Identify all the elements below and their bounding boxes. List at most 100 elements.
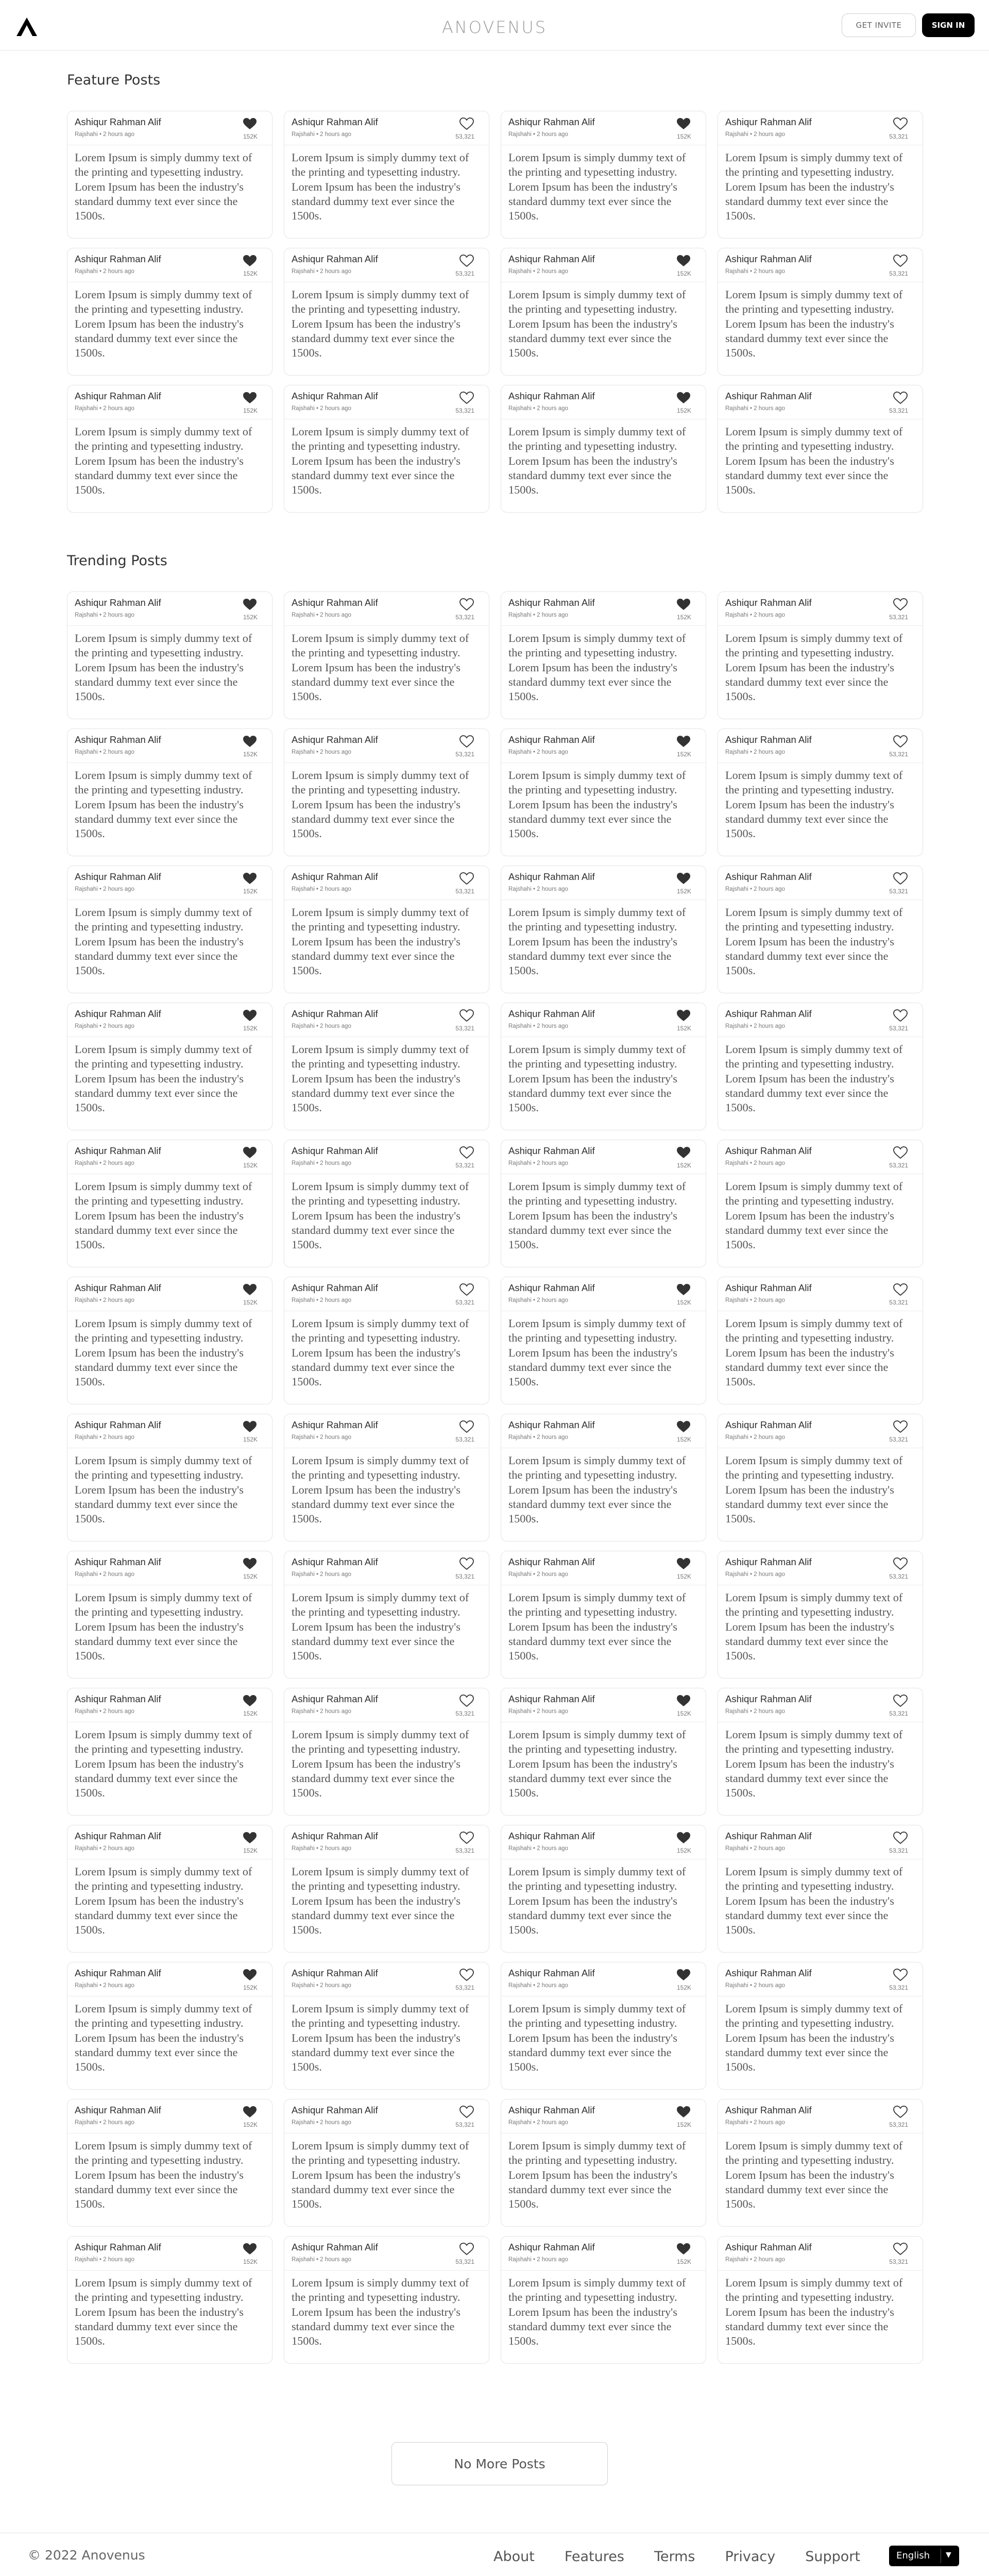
heart-filled-icon[interactable] (242, 1009, 258, 1022)
post-author[interactable]: Ashiqur Rahman Alif (75, 253, 161, 265)
post-card[interactable]: Ashiqur Rahman Alif Rajshahi • 2 hours ag… (67, 385, 272, 513)
post-card[interactable]: Ashiqur Rahman Alif Rajshahi • 2 hours ag… (718, 385, 923, 513)
post-card[interactable]: Ashiqur Rahman Alif Rajshahi • 2 hours ag… (67, 728, 272, 856)
post-card[interactable]: Ashiqur Rahman Alif Rajshahi • 2 hours ag… (501, 385, 706, 513)
heart-filled-icon[interactable] (242, 1146, 258, 1159)
post-author[interactable]: Ashiqur Rahman Alif (292, 1693, 378, 1705)
post-card[interactable]: Ashiqur Rahman Alif Rajshahi • 2 hours ag… (501, 1277, 706, 1404)
post-author[interactable]: Ashiqur Rahman Alif (75, 116, 161, 128)
post-author[interactable]: Ashiqur Rahman Alif (508, 391, 595, 402)
heart-outline-icon[interactable] (893, 1146, 908, 1159)
post-author[interactable]: Ashiqur Rahman Alif (725, 1008, 812, 1020)
no-more-posts-button[interactable]: No More Posts (391, 2442, 608, 2485)
post-author[interactable]: Ashiqur Rahman Alif (292, 253, 378, 265)
post-author[interactable]: Ashiqur Rahman Alif (75, 871, 161, 883)
post-author[interactable]: Ashiqur Rahman Alif (292, 871, 378, 883)
heart-outline-icon[interactable] (893, 1420, 908, 1433)
heart-filled-icon[interactable] (242, 1831, 258, 1844)
post-author[interactable]: Ashiqur Rahman Alif (725, 1145, 812, 1157)
heart-filled-icon[interactable] (676, 254, 691, 267)
post-author[interactable]: Ashiqur Rahman Alif (75, 1556, 161, 1568)
post-author[interactable]: Ashiqur Rahman Alif (75, 1145, 161, 1157)
post-author[interactable]: Ashiqur Rahman Alif (725, 597, 812, 608)
heart-outline-icon[interactable] (459, 1831, 474, 1844)
heart-outline-icon[interactable] (459, 1694, 474, 1707)
post-card[interactable]: Ashiqur Rahman Alif Rajshahi • 2 hours ag… (67, 2099, 272, 2227)
post-card[interactable]: Ashiqur Rahman Alif Rajshahi • 2 hours ag… (284, 1140, 489, 1267)
post-card[interactable]: Ashiqur Rahman Alif Rajshahi • 2 hours ag… (284, 111, 489, 239)
heart-filled-icon[interactable] (676, 2242, 691, 2256)
post-author[interactable]: Ashiqur Rahman Alif (508, 2105, 595, 2116)
post-author[interactable]: Ashiqur Rahman Alif (292, 1145, 378, 1157)
post-author[interactable]: Ashiqur Rahman Alif (292, 2242, 378, 2253)
post-author[interactable]: Ashiqur Rahman Alif (725, 734, 812, 745)
post-card[interactable]: Ashiqur Rahman Alif Rajshahi • 2 hours ag… (284, 1277, 489, 1404)
heart-filled-icon[interactable] (676, 1146, 691, 1159)
post-card[interactable]: Ashiqur Rahman Alif Rajshahi • 2 hours ag… (718, 248, 923, 376)
heart-outline-icon[interactable] (459, 735, 474, 748)
post-author[interactable]: Ashiqur Rahman Alif (725, 1282, 812, 1294)
post-card[interactable]: Ashiqur Rahman Alif Rajshahi • 2 hours ag… (501, 248, 706, 376)
post-author[interactable]: Ashiqur Rahman Alif (508, 597, 595, 608)
heart-filled-icon[interactable] (242, 254, 258, 267)
heart-filled-icon[interactable] (676, 1831, 691, 1844)
footer-link-about[interactable]: About (493, 2549, 535, 2565)
heart-filled-icon[interactable] (676, 1420, 691, 1433)
heart-filled-icon[interactable] (676, 872, 691, 885)
post-card[interactable]: Ashiqur Rahman Alif Rajshahi • 2 hours ag… (718, 728, 923, 856)
heart-outline-icon[interactable] (893, 1694, 908, 1707)
post-author[interactable]: Ashiqur Rahman Alif (292, 391, 378, 402)
heart-outline-icon[interactable] (459, 1557, 474, 1570)
post-card[interactable]: Ashiqur Rahman Alif Rajshahi • 2 hours ag… (284, 866, 489, 993)
heart-filled-icon[interactable] (676, 1968, 691, 1981)
post-card[interactable]: Ashiqur Rahman Alif Rajshahi • 2 hours ag… (718, 2236, 923, 2364)
heart-outline-icon[interactable] (893, 1009, 908, 1022)
heart-outline-icon[interactable] (459, 1968, 474, 1981)
heart-filled-icon[interactable] (242, 391, 258, 404)
footer-link-terms[interactable]: Terms (654, 2549, 695, 2565)
heart-filled-icon[interactable] (676, 1283, 691, 1296)
heart-filled-icon[interactable] (676, 1557, 691, 1570)
footer-link-privacy[interactable]: Privacy (725, 2549, 775, 2565)
post-card[interactable]: Ashiqur Rahman Alif Rajshahi • 2 hours ag… (284, 1688, 489, 1816)
heart-outline-icon[interactable] (893, 2105, 908, 2119)
heart-filled-icon[interactable] (676, 2105, 691, 2119)
post-card[interactable]: Ashiqur Rahman Alif Rajshahi • 2 hours ag… (718, 1277, 923, 1404)
post-author[interactable]: Ashiqur Rahman Alif (508, 871, 595, 883)
post-card[interactable]: Ashiqur Rahman Alif Rajshahi • 2 hours ag… (501, 1825, 706, 1953)
heart-filled-icon[interactable] (676, 391, 691, 404)
post-author[interactable]: Ashiqur Rahman Alif (292, 1282, 378, 1294)
post-author[interactable]: Ashiqur Rahman Alif (292, 2105, 378, 2116)
post-author[interactable]: Ashiqur Rahman Alif (292, 1831, 378, 1842)
post-author[interactable]: Ashiqur Rahman Alif (725, 1693, 812, 1705)
heart-filled-icon[interactable] (242, 1283, 258, 1296)
post-author[interactable]: Ashiqur Rahman Alif (292, 597, 378, 608)
post-author[interactable]: Ashiqur Rahman Alif (508, 734, 595, 745)
post-author[interactable]: Ashiqur Rahman Alif (508, 1968, 595, 1979)
heart-filled-icon[interactable] (242, 1557, 258, 1570)
heart-filled-icon[interactable] (242, 2242, 258, 2256)
post-card[interactable]: Ashiqur Rahman Alif Rajshahi • 2 hours ag… (284, 2236, 489, 2364)
post-author[interactable]: Ashiqur Rahman Alif (508, 1419, 595, 1431)
heart-filled-icon[interactable] (242, 735, 258, 748)
post-card[interactable]: Ashiqur Rahman Alif Rajshahi • 2 hours ag… (718, 1688, 923, 1816)
post-author[interactable]: Ashiqur Rahman Alif (75, 1968, 161, 1979)
post-card[interactable]: Ashiqur Rahman Alif Rajshahi • 2 hours ag… (501, 591, 706, 719)
heart-filled-icon[interactable] (676, 598, 691, 611)
post-author[interactable]: Ashiqur Rahman Alif (725, 1419, 812, 1431)
heart-outline-icon[interactable] (459, 2105, 474, 2119)
post-card[interactable]: Ashiqur Rahman Alif Rajshahi • 2 hours ag… (67, 111, 272, 239)
footer-link-features[interactable]: Features (565, 2549, 624, 2565)
post-author[interactable]: Ashiqur Rahman Alif (75, 1419, 161, 1431)
post-author[interactable]: Ashiqur Rahman Alif (725, 253, 812, 265)
post-card[interactable]: Ashiqur Rahman Alif Rajshahi • 2 hours ag… (501, 866, 706, 993)
post-author[interactable]: Ashiqur Rahman Alif (75, 2242, 161, 2253)
heart-filled-icon[interactable] (242, 2105, 258, 2119)
footer-link-support[interactable]: Support (805, 2549, 860, 2565)
post-author[interactable]: Ashiqur Rahman Alif (725, 116, 812, 128)
heart-filled-icon[interactable] (242, 1968, 258, 1981)
post-author[interactable]: Ashiqur Rahman Alif (75, 1008, 161, 1020)
post-author[interactable]: Ashiqur Rahman Alif (292, 1419, 378, 1431)
post-author[interactable]: Ashiqur Rahman Alif (292, 1008, 378, 1020)
post-card[interactable]: Ashiqur Rahman Alif Rajshahi • 2 hours ag… (718, 1962, 923, 2090)
